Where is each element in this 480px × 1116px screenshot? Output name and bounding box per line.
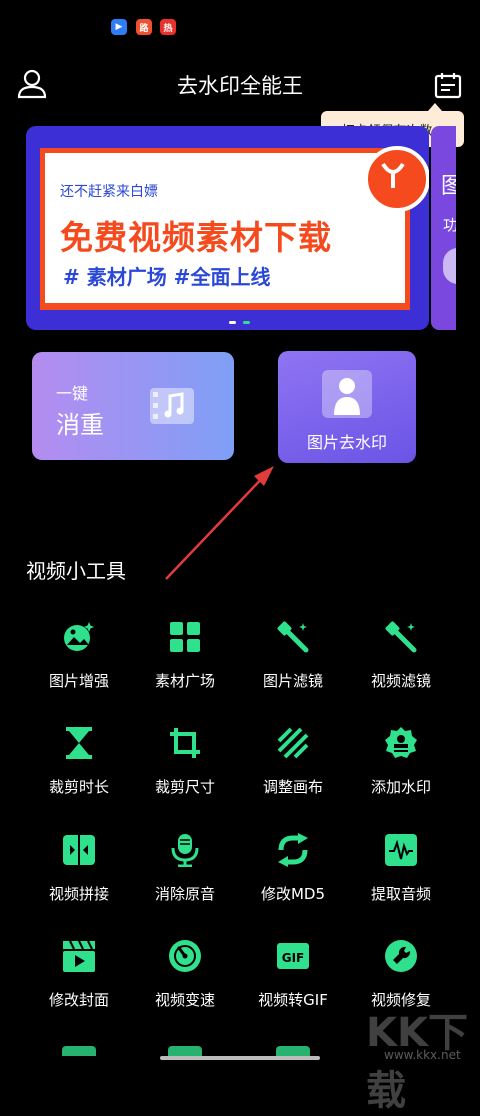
tool-label: 图片增强 xyxy=(48,672,109,690)
tool-label: 视频拼接 xyxy=(48,885,109,903)
banner-badge-icon xyxy=(364,146,429,212)
next-banner-peek[interactable]: 图 功 xyxy=(431,126,456,330)
dedupe-line2: 消重 xyxy=(56,411,104,439)
app-icon-3: 热 xyxy=(160,19,176,35)
refresh-icon xyxy=(276,833,310,867)
banner-dot-2 xyxy=(243,321,250,324)
tool-refresh-item[interactable]: 修改MD5 xyxy=(238,833,348,904)
tool-label: 裁剪尺寸 xyxy=(154,778,215,796)
hourglass-icon xyxy=(62,726,96,760)
tool-label: 修改封面 xyxy=(48,991,109,1009)
banner-card: 还不赶紧来白嫖 免费视频素材下载 # 素材广场 #全面上线 xyxy=(45,153,405,303)
tool-label: 视频转GIF xyxy=(258,991,328,1009)
dedupe-line1: 一键 xyxy=(56,384,89,403)
tool-stripes-item[interactable]: 调整画布 xyxy=(238,726,348,797)
partial-tool-icon xyxy=(276,1046,310,1056)
tool-grid-item[interactable]: 素材广场 xyxy=(130,620,240,691)
tool-label: 视频变速 xyxy=(154,991,215,1009)
grid-icon xyxy=(168,620,202,654)
tool-crop-item[interactable]: 裁剪尺寸 xyxy=(130,726,240,797)
gif-icon: GIF xyxy=(276,939,310,973)
watermark-url: www.kkx.net xyxy=(384,1048,461,1062)
badge-icon xyxy=(384,726,418,760)
partial-tool-icon xyxy=(62,1046,96,1056)
tool-label: 调整画布 xyxy=(262,778,323,796)
banner-subtitle: 还不赶紧来白嫖 xyxy=(60,184,158,200)
clapper-icon xyxy=(62,939,96,973)
partial-tool-icon xyxy=(168,1046,202,1056)
app-icon-2: 路 xyxy=(136,19,152,35)
peek-char-1: 图 xyxy=(441,174,456,199)
tool-gif-item[interactable]: GIF 视频转GIF xyxy=(238,939,348,1010)
tool-image-enhance-item[interactable]: 图片增强 xyxy=(24,620,134,691)
peek-button xyxy=(443,248,456,284)
page-title: 去水印全能王 xyxy=(177,74,303,98)
remove-watermark-label: 图片去水印 xyxy=(306,433,387,452)
tool-waveform-item[interactable]: 提取音频 xyxy=(346,833,456,904)
red-arrow-annotation xyxy=(160,460,280,585)
calendar-checkin-icon[interactable] xyxy=(434,71,462,99)
banner-frame: 还不赶紧来白嫖 免费视频素材下载 # 素材广场 #全面上线 xyxy=(40,146,429,310)
banner-dot-1 xyxy=(229,321,236,324)
tool-join-item[interactable]: 视频拼接 xyxy=(24,833,134,904)
tool-magic-wand-item[interactable]: 图片滤镜 xyxy=(238,620,348,691)
svg-text:GIF: GIF xyxy=(282,951,305,965)
section-title: 视频小工具 xyxy=(26,559,126,583)
tool-label: 添加水印 xyxy=(370,778,431,796)
wrench-icon xyxy=(384,939,418,973)
magic-wand-icon xyxy=(384,620,418,654)
dedupe-card[interactable]: 一键 消重 xyxy=(32,352,234,460)
banner-headline: 免费视频素材下载 xyxy=(60,218,332,257)
tool-label: 视频滤镜 xyxy=(370,672,431,690)
app-icon-1: ▶ xyxy=(111,19,127,35)
tool-microphone-item[interactable]: 消除原音 xyxy=(130,833,240,904)
waveform-icon xyxy=(384,833,418,867)
tool-speedometer-item[interactable]: 视频变速 xyxy=(130,939,240,1010)
microphone-icon xyxy=(168,833,202,867)
tool-magic-wand-item[interactable]: 视频滤镜 xyxy=(346,620,456,691)
tool-label: 裁剪时长 xyxy=(48,778,109,796)
banner-tags: # 素材广场 #全面上线 xyxy=(63,265,271,289)
crop-icon xyxy=(168,726,202,760)
tool-label: 图片滤镜 xyxy=(262,672,323,690)
speedometer-icon xyxy=(168,939,202,973)
tool-hourglass-item[interactable]: 裁剪时长 xyxy=(24,726,134,797)
tool-label: 修改MD5 xyxy=(260,885,326,903)
portrait-icon xyxy=(330,373,364,415)
home-indicator[interactable] xyxy=(160,1056,320,1060)
magic-wand-icon xyxy=(276,620,310,654)
promo-banner[interactable]: 还不赶紧来白嫖 免费视频素材下载 # 素材广场 #全面上线 xyxy=(26,126,429,330)
film-music-icon xyxy=(148,382,196,430)
remove-watermark-card[interactable]: 图片去水印 xyxy=(278,351,416,463)
tool-label: 提取音频 xyxy=(370,885,431,903)
peek-char-2: 功 xyxy=(443,216,456,234)
join-icon xyxy=(62,833,96,867)
tool-label: 消除原音 xyxy=(154,885,215,903)
image-enhance-icon xyxy=(62,620,96,654)
tool-clapper-item[interactable]: 修改封面 xyxy=(24,939,134,1010)
tool-badge-item[interactable]: 添加水印 xyxy=(346,726,456,797)
stripes-icon xyxy=(276,726,310,760)
tool-label: 素材广场 xyxy=(154,672,215,690)
